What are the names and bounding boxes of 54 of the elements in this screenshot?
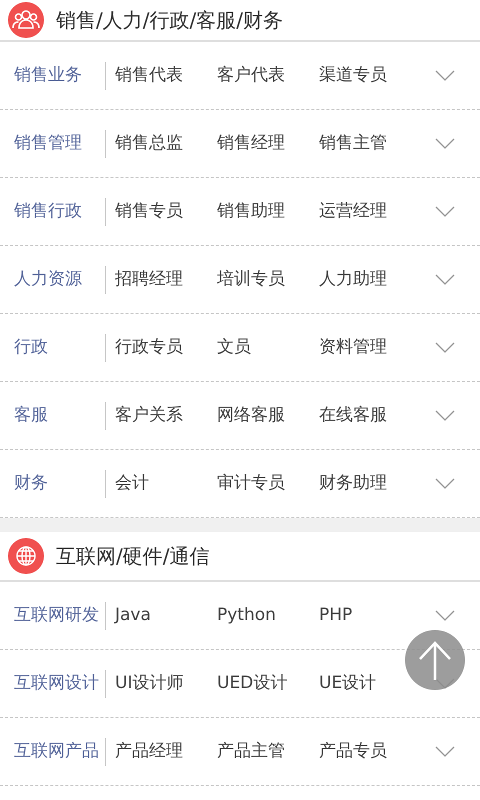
job-link[interactable]: 运营经理 xyxy=(319,200,387,221)
chevron-down-icon[interactable] xyxy=(435,610,455,622)
category-label[interactable]: 销售业务 xyxy=(0,62,105,88)
job-link[interactable]: 培训专员 xyxy=(217,268,285,289)
chevron-down-icon[interactable] xyxy=(435,274,455,286)
job-link[interactable]: 客户关系 xyxy=(115,404,183,425)
category-label[interactable]: 客服 xyxy=(0,402,105,428)
category-label[interactable]: 互联网产品 xyxy=(0,738,105,764)
job-link[interactable]: 销售主管 xyxy=(319,132,387,153)
category-label[interactable]: 互联网设计 xyxy=(0,670,105,696)
chevron-down-icon[interactable] xyxy=(435,478,455,490)
globe-icon xyxy=(8,538,44,574)
job-link[interactable]: 销售经理 xyxy=(217,132,285,153)
job-link[interactable]: 销售专员 xyxy=(115,200,183,221)
section-title: 销售/人力/行政/客服/财务 xyxy=(56,7,283,34)
job-link[interactable]: 客户代表 xyxy=(217,64,285,85)
chevron-down-icon[interactable] xyxy=(435,746,455,758)
job-link[interactable]: 文员 xyxy=(217,336,251,357)
job-link[interactable]: 销售代表 xyxy=(115,64,183,85)
job-link[interactable]: UE设计 xyxy=(319,672,376,693)
job-link[interactable]: Java xyxy=(115,604,151,625)
job-link[interactable]: 产品经理 xyxy=(115,740,183,761)
job-link[interactable]: 在线客服 xyxy=(319,404,387,425)
job-link[interactable]: 产品专员 xyxy=(319,740,387,761)
arrow-up-icon xyxy=(417,639,453,681)
job-link[interactable]: 渠道专员 xyxy=(319,64,387,85)
category-label[interactable]: 销售行政 xyxy=(0,198,105,224)
category-label[interactable]: 行政 xyxy=(0,334,105,360)
job-link[interactable]: 人力助理 xyxy=(319,268,387,289)
job-link[interactable]: 销售总监 xyxy=(115,132,183,153)
job-link[interactable]: UED设计 xyxy=(217,672,288,693)
job-link[interactable]: 招聘经理 xyxy=(115,268,183,289)
category-label[interactable]: 销售管理 xyxy=(0,130,105,156)
chevron-down-icon[interactable] xyxy=(435,410,455,422)
category-label[interactable]: 财务 xyxy=(0,470,105,496)
job-link[interactable]: 销售助理 xyxy=(217,200,285,221)
job-link[interactable]: 产品主管 xyxy=(217,740,285,761)
job-link[interactable]: UI设计师 xyxy=(115,672,184,693)
job-link[interactable]: PHP xyxy=(319,604,352,625)
section-title: 互联网/硬件/通信 xyxy=(56,543,210,570)
chevron-down-icon[interactable] xyxy=(435,138,455,150)
job-link[interactable]: Python xyxy=(217,604,276,625)
category-label[interactable]: 互联网研发 xyxy=(0,602,105,628)
job-link[interactable]: 网络客服 xyxy=(217,404,285,425)
chevron-down-icon[interactable] xyxy=(435,206,455,218)
job-link[interactable]: 会计 xyxy=(115,472,149,493)
chevron-down-icon[interactable] xyxy=(435,70,455,82)
category-label[interactable]: 人力资源 xyxy=(0,266,105,292)
people-icon xyxy=(8,2,44,38)
job-link[interactable]: 审计专员 xyxy=(217,472,285,493)
job-link[interactable]: 财务助理 xyxy=(319,472,387,493)
job-link[interactable]: 行政专员 xyxy=(115,336,183,357)
job-link[interactable]: 资料管理 xyxy=(319,336,387,357)
chevron-down-icon[interactable] xyxy=(435,342,455,354)
